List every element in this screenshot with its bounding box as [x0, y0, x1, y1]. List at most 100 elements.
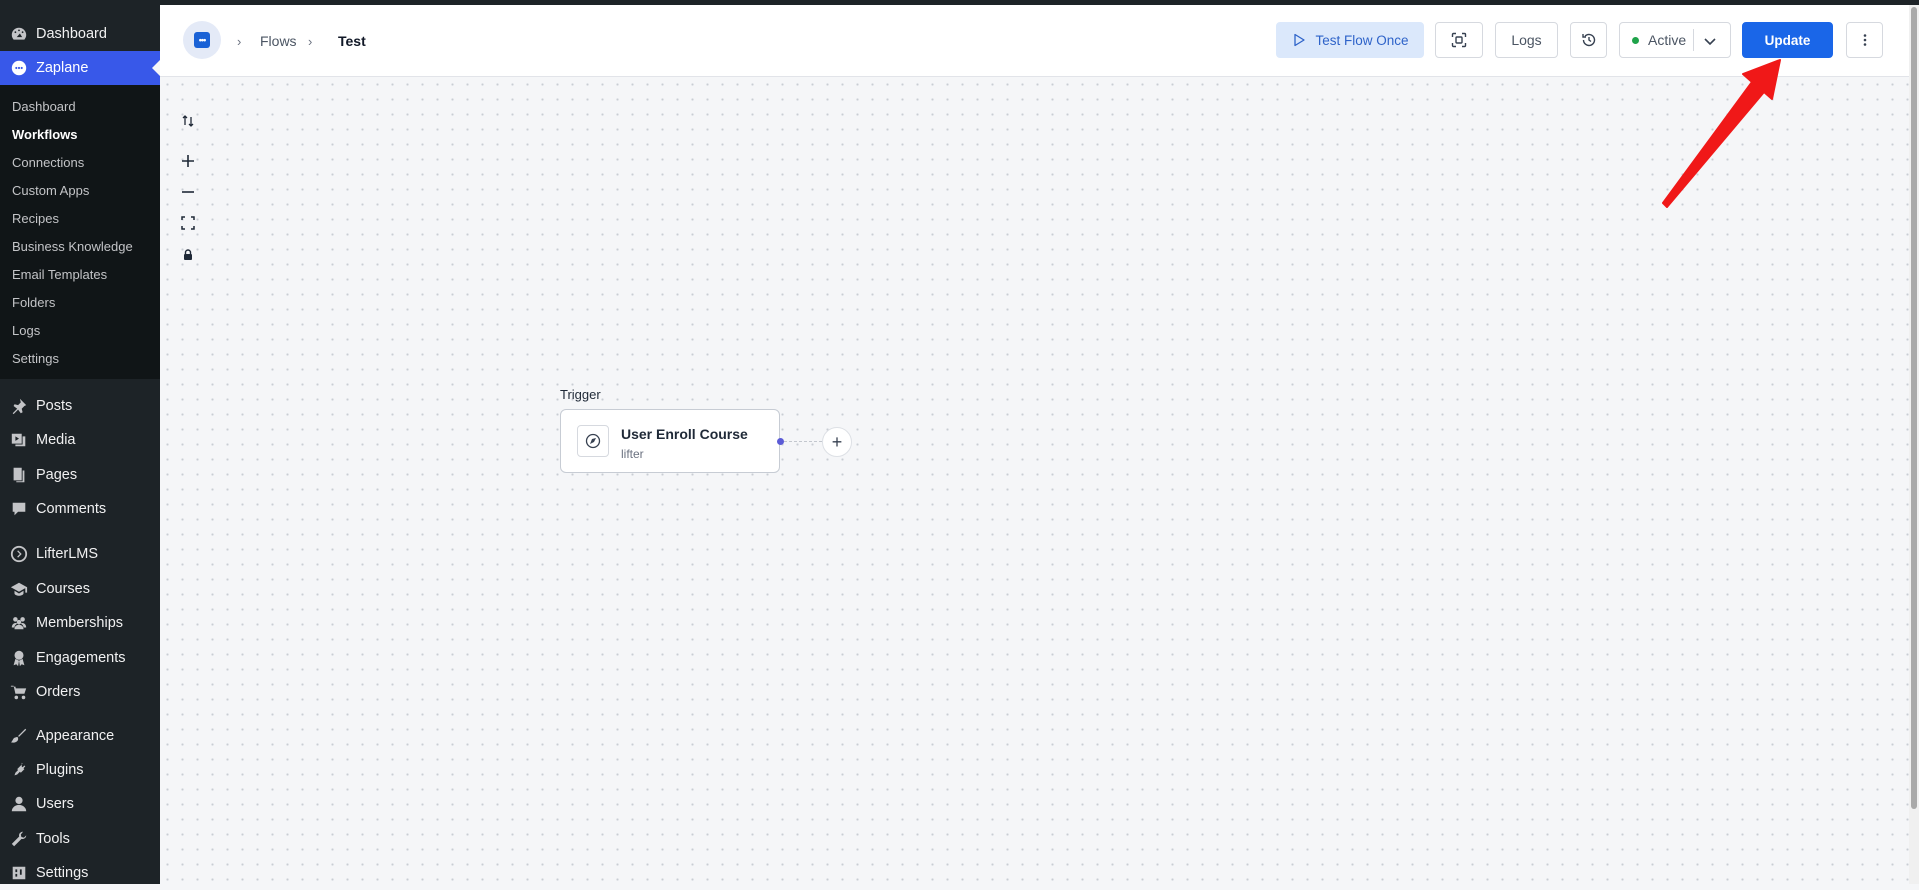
submenu-item-email-templates[interactable]: Email Templates [12, 267, 107, 283]
sidebar-item-zaplane[interactable]: Zaplane [0, 51, 160, 85]
comment-icon [9, 499, 29, 519]
wrench-icon [9, 829, 29, 849]
flow-header: ••• › Flows › Test Test Flow Once Logs A… [160, 5, 1909, 77]
sidebar-item-plugins[interactable]: Plugins [0, 753, 160, 787]
breadcrumb-flows[interactable]: Flows [260, 33, 297, 49]
update-label: Update [1764, 32, 1811, 48]
add-step-button[interactable]: + [822, 427, 852, 457]
user-icon [9, 794, 29, 814]
sidebar-item-label: Posts [36, 398, 73, 414]
submenu-item-workflows[interactable]: Workflows [12, 127, 78, 143]
node-output-handle[interactable] [777, 438, 784, 445]
sidebar-item-engagements[interactable]: Engagements [0, 641, 160, 675]
sidebar-item-dashboard[interactable]: Dashboard [0, 17, 160, 51]
submenu-item-dashboard[interactable]: Dashboard [12, 99, 76, 115]
sidebar-item-courses[interactable]: Courses [0, 572, 160, 606]
dashed-connector [784, 441, 822, 442]
swap-vertical-icon [182, 115, 194, 127]
plug-icon [9, 760, 29, 780]
trigger-node[interactable]: User Enroll Course lifter [560, 409, 780, 473]
sidebar-item-media[interactable]: Media [0, 423, 160, 457]
app-logo-icon: ••• [194, 32, 210, 48]
trigger-node-title: User Enroll Course [621, 426, 748, 442]
dashboard-icon [9, 24, 29, 44]
brush-icon [9, 726, 29, 746]
award-icon [9, 648, 29, 668]
zaplane-icon [9, 58, 29, 78]
submenu-item-business-knowledge[interactable]: Business Knowledge [12, 239, 133, 255]
sidebar-item-comments[interactable]: Comments [0, 492, 160, 526]
settings-icon [9, 863, 29, 883]
breadcrumb-current: Test [338, 33, 366, 49]
sidebar-item-label: Zaplane [36, 60, 89, 76]
logs-button[interactable]: Logs [1495, 22, 1558, 58]
sidebar-item-pages[interactable]: Pages [0, 458, 160, 492]
zoom-in-button[interactable] [176, 149, 200, 173]
cart-icon [9, 682, 29, 702]
update-button[interactable]: Update [1742, 22, 1833, 58]
sidebar-item-label: Plugins [36, 762, 84, 778]
flow-canvas[interactable] [160, 77, 1909, 884]
status-dot-icon [1632, 36, 1639, 44]
sidebar-item-label: Media [36, 432, 76, 448]
test-flow-once-label: Test Flow Once [1315, 32, 1409, 48]
test-flow-once-button[interactable]: Test Flow Once [1276, 22, 1424, 58]
lifterlms-icon [9, 544, 29, 564]
trigger-node-app: lifter [621, 447, 644, 461]
status-dropdown[interactable]: Active [1619, 22, 1731, 58]
sidebar-item-label: Users [36, 796, 74, 812]
lock-canvas-button[interactable] [176, 243, 200, 267]
sidebar-item-lifterlms[interactable]: LifterLMS [0, 537, 160, 571]
media-icon [9, 430, 29, 450]
kebab-menu-icon [1863, 34, 1866, 46]
page-scrollbar[interactable] [1909, 5, 1919, 884]
lock-icon [184, 249, 192, 260]
fit-view-button[interactable] [1435, 22, 1483, 58]
chevron-right-icon: › [237, 34, 242, 49]
submenu-item-connections[interactable]: Connections [12, 155, 84, 171]
fullscreen-icon [181, 216, 195, 230]
sidebar-item-appearance[interactable]: Appearance [0, 719, 160, 753]
sidebar-item-label: Pages [36, 467, 78, 483]
pages-icon [9, 465, 29, 485]
sidebar-item-label: Settings [36, 865, 89, 881]
status-label: Active [1648, 32, 1687, 48]
groups-icon [9, 613, 29, 633]
scrollbar-thumb[interactable] [1911, 7, 1917, 809]
sidebar-item-memberships[interactable]: Memberships [0, 606, 160, 640]
fit-screen-button[interactable] [176, 211, 200, 235]
history-button[interactable] [1570, 22, 1607, 58]
submenu-item-logs[interactable]: Logs [12, 323, 40, 339]
sidebar-item-posts[interactable]: Posts [0, 389, 160, 423]
app-logo[interactable]: ••• [183, 21, 221, 59]
focus-icon [1451, 32, 1467, 48]
history-icon [1581, 33, 1595, 47]
graduation-cap-icon [9, 579, 29, 599]
sidebar-item-label: Engagements [36, 650, 126, 666]
plus-icon [182, 155, 194, 167]
chevron-right-icon: › [308, 34, 313, 49]
sidebar-item-settings[interactable]: Settings [0, 856, 160, 890]
zoom-out-button[interactable] [176, 180, 200, 204]
sidebar-item-tools[interactable]: Tools [0, 822, 160, 856]
submenu-item-custom-apps[interactable]: Custom Apps [12, 183, 89, 199]
admin-sidebar: Dashboard Zaplane Dashboard Workflows Co… [0, 0, 160, 884]
play-icon [1294, 33, 1306, 47]
submenu-item-recipes[interactable]: Recipes [12, 211, 59, 227]
plus-icon: + [831, 431, 843, 452]
sidebar-item-label: Courses [36, 581, 90, 597]
swap-direction-button[interactable] [176, 109, 200, 133]
sidebar-item-label: Comments [36, 501, 107, 517]
sidebar-item-orders[interactable]: Orders [0, 675, 160, 709]
sidebar-item-users[interactable]: Users [0, 787, 160, 821]
divider [1693, 29, 1694, 51]
sidebar-item-label: Tools [36, 831, 70, 847]
sidebar-item-label: LifterLMS [36, 546, 99, 562]
sidebar-item-label: Dashboard [36, 26, 107, 42]
zaplane-submenu: Dashboard Workflows Connections Custom A… [0, 85, 160, 379]
submenu-item-folders[interactable]: Folders [12, 295, 55, 311]
sidebar-item-label: Orders [36, 684, 81, 700]
chevron-down-icon[interactable] [1700, 31, 1720, 51]
submenu-item-settings[interactable]: Settings [12, 351, 59, 367]
more-options-button[interactable] [1846, 22, 1883, 58]
